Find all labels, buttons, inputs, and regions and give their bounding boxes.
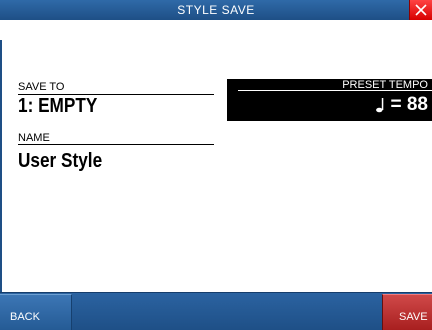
- close-icon: [415, 4, 427, 16]
- name-value[interactable]: User Style: [18, 149, 187, 173]
- name-label: NAME: [18, 132, 214, 145]
- save-to-label: SAVE TO: [18, 80, 214, 95]
- quarter-note-icon: [376, 98, 384, 113]
- back-button-label: BACK: [10, 311, 40, 323]
- preset-tempo-panel[interactable]: PRESET TEMPO = 88: [227, 79, 432, 121]
- back-button[interactable]: BACK: [0, 294, 72, 330]
- preset-tempo-label: PRESET TEMPO: [342, 79, 428, 91]
- content-area: SAVE TO 1: EMPTY NAME User Style PRESET …: [0, 20, 432, 312]
- save-button[interactable]: SAVE: [382, 294, 432, 330]
- window-title: STYLE SAVE: [177, 3, 255, 17]
- save-button-label: SAVE: [399, 311, 428, 323]
- preset-tempo-value-row: = 88: [375, 94, 428, 116]
- title-bar: STYLE SAVE: [0, 0, 432, 21]
- style-save-screen: STYLE SAVE SAVE TO 1: EMPTY NAME User St…: [0, 0, 432, 330]
- footer-bar: BACK SAVE: [0, 292, 432, 330]
- left-border: [0, 40, 2, 312]
- close-button[interactable]: [409, 0, 432, 20]
- preset-tempo-value: = 88: [390, 94, 428, 115]
- save-to-value[interactable]: 1: EMPTY: [18, 95, 187, 117]
